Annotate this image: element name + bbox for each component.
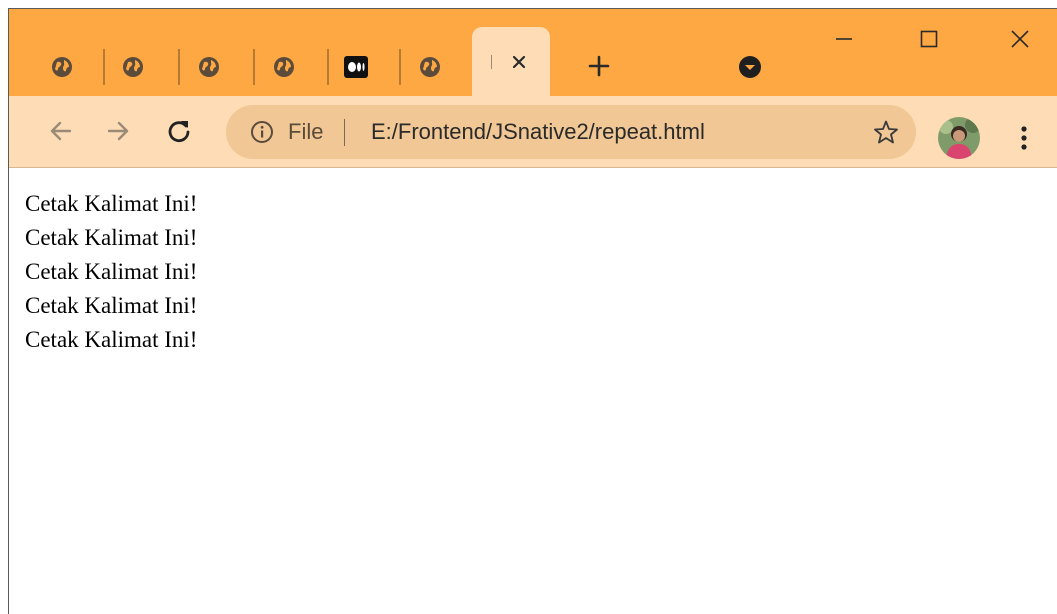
tab-2-globe-icon[interactable] — [120, 54, 146, 80]
text-line: Cetak Kalimat Ini! — [25, 327, 198, 352]
tab-separator — [178, 49, 180, 85]
page-content: Cetak Kalimat Ini! Cetak Kalimat Ini! Ce… — [25, 187, 197, 357]
tab-6-globe-icon[interactable] — [417, 54, 443, 80]
forward-arrow-right-icon[interactable] — [100, 113, 136, 149]
toolbar: File E:/Frontend/JSnative2/repeat.html — [9, 96, 1057, 168]
site-info-icon[interactable] — [249, 119, 275, 145]
tab-title-fade — [491, 55, 492, 69]
minimize-icon[interactable] — [821, 19, 867, 59]
tab-5-medium-logo-icon[interactable] — [343, 54, 369, 80]
maximize-icon[interactable] — [906, 19, 952, 59]
text-line: Cetak Kalimat Ini! — [25, 293, 198, 318]
scheme-divider — [344, 119, 345, 146]
back-arrow-left-icon[interactable] — [43, 113, 79, 149]
close-tab-icon[interactable] — [506, 49, 532, 75]
tab-3-globe-icon[interactable] — [196, 54, 222, 80]
tab-separator — [399, 49, 401, 85]
reload-icon[interactable] — [161, 113, 197, 149]
browser-window: File E:/Frontend/JSnative2/repeat.html C… — [8, 8, 1057, 614]
new-tab-plus-icon[interactable] — [583, 50, 615, 82]
tab-4-globe-icon[interactable] — [271, 54, 297, 80]
scheme-label: File — [288, 119, 324, 144]
active-tab[interactable] — [472, 27, 550, 96]
tab-separator — [327, 49, 329, 85]
tab-strip — [9, 9, 1057, 96]
address-bar[interactable]: File E:/Frontend/JSnative2/repeat.html — [226, 105, 916, 159]
text-line: Cetak Kalimat Ini! — [25, 191, 198, 216]
kebab-menu-icon[interactable] — [1009, 118, 1039, 158]
text-line: Cetak Kalimat Ini! — [25, 259, 198, 284]
tab-search-chevron-down-icon[interactable] — [737, 54, 763, 80]
text-line: Cetak Kalimat Ini! — [25, 225, 198, 250]
tab-separator — [103, 49, 105, 85]
profile-avatar[interactable] — [938, 117, 980, 159]
url-text[interactable]: E:/Frontend/JSnative2/repeat.html — [371, 117, 705, 147]
tab-separator — [253, 49, 255, 85]
window-close-icon[interactable] — [997, 19, 1043, 59]
bookmark-star-icon[interactable] — [872, 118, 900, 146]
tab-1-globe-icon[interactable] — [49, 54, 75, 80]
